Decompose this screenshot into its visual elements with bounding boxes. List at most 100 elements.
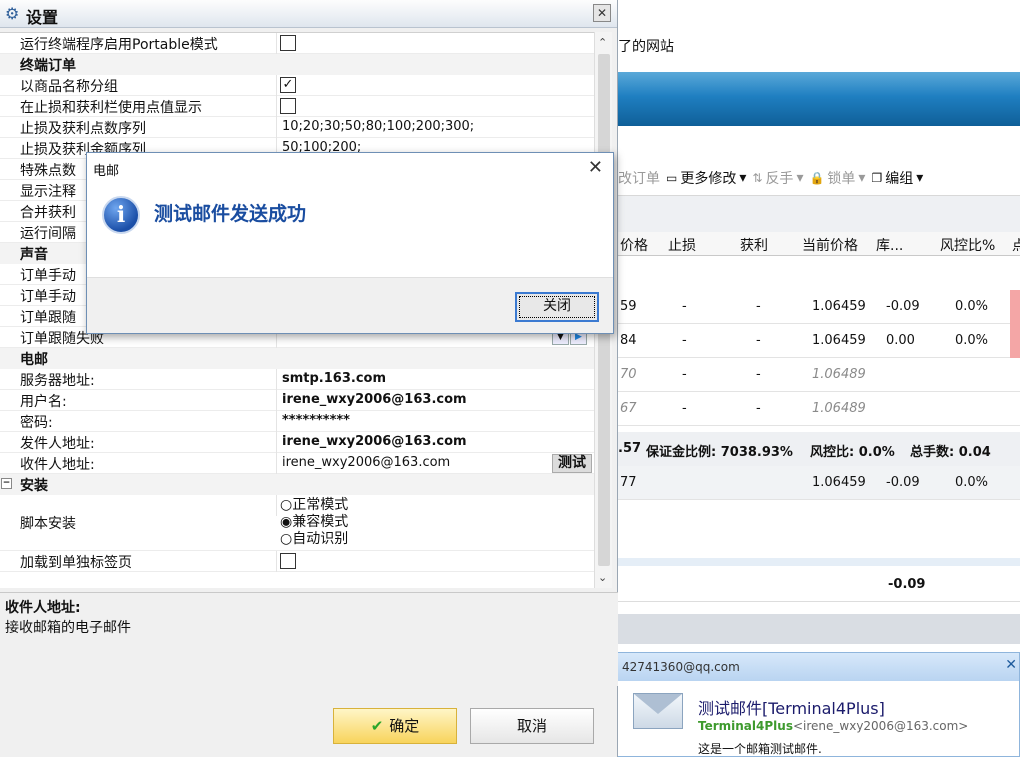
column-header[interactable]: 点 <box>1012 235 1020 255</box>
radio-option[interactable]: ○自动识别 <box>280 531 348 548</box>
total-row: -0.09 <box>618 566 1020 602</box>
property-row[interactable]: 加载到单独标签页 <box>0 551 594 572</box>
total-value: -0.09 <box>888 577 926 592</box>
property-value[interactable]: irene_wxy2006@163.com <box>282 455 450 470</box>
toolbar-more-edit-button[interactable]: ▭ 更多修改 ▾ <box>666 168 746 188</box>
property-name: 合并获利 <box>20 205 76 221</box>
property-name: 服务器地址: <box>20 373 95 389</box>
chevron-down-icon[interactable]: ⌄ <box>598 571 607 584</box>
table-row[interactable]: 59- -1.06459 -0.09 0.0% <box>618 290 1020 324</box>
toolbar-group-button[interactable]: ❐ 编组 ▾ <box>871 168 923 188</box>
reverse-icon: ⇅ <box>752 170 763 185</box>
toolbar-edit-order-button[interactable]: 改订单 <box>618 168 660 188</box>
chevron-up-icon[interactable]: ⌃ <box>598 36 607 49</box>
cancel-button[interactable]: 取消 <box>470 708 594 744</box>
property-row[interactable]: 止损及获利点数序列 10;20;30;50;80;100;200;300; <box>0 117 594 138</box>
toolbar-spacer <box>618 196 1020 232</box>
property-row[interactable]: 用户名: irene_wxy2006@163.com <box>0 390 594 411</box>
group-icon: ❐ <box>871 170 883 185</box>
column-header[interactable]: 获利 <box>740 235 768 255</box>
radio-option[interactable]: ◉兼容模式 <box>280 514 348 531</box>
property-name: 订单手动 <box>20 289 76 305</box>
messagebox-footer: 关闭 <box>87 277 613 333</box>
property-value[interactable]: irene_wxy2006@163.com <box>282 392 467 407</box>
property-value[interactable]: smtp.163.com <box>282 371 386 386</box>
property-name: 显示注释 <box>20 184 76 200</box>
property-checkbox[interactable] <box>280 553 296 569</box>
gear-icon: ⚙ <box>5 4 20 23</box>
close-button[interactable]: 关闭 <box>515 292 599 322</box>
test-email-button[interactable]: 测试 <box>552 454 592 473</box>
property-name: 在止损和获利栏使用点值显示 <box>20 100 202 116</box>
ok-button[interactable]: ✔ 确定 <box>333 708 457 744</box>
property-value[interactable]: 10;20;30;50;80;100;200;300; <box>282 119 474 134</box>
column-header[interactable]: 止损 <box>668 235 696 255</box>
property-row[interactable]: 发件人地址: irene_wxy2006@163.com <box>0 432 594 453</box>
notification-account: 42741360@qq.com <box>622 660 740 674</box>
window-title: 设置 <box>26 8 59 27</box>
property-row[interactable]: 以商品名称分组 ✓ <box>0 75 594 96</box>
property-row[interactable]: 运行终端程序启用Portable模式 <box>0 33 594 54</box>
property-name: 收件人地址: <box>20 457 95 473</box>
notification-subject: 测试邮件[Terminal4Plus] <box>698 699 885 718</box>
property-row[interactable]: 收件人地址: irene_wxy2006@163.com 测试 <box>0 453 594 474</box>
site-text: 了的网站 <box>618 39 674 55</box>
property-name: 发件人地址: <box>20 436 95 452</box>
lock-icon: 🔒 <box>809 170 825 185</box>
install-mode-radios: ○正常模式 ◉兼容模式 ○自动识别 <box>280 497 348 548</box>
table-row[interactable]: 70- -1.06489 <box>618 358 1020 392</box>
column-header[interactable]: 当前价格 <box>802 235 858 255</box>
profit-indicator <box>1010 324 1020 358</box>
bottom-toolbar <box>618 614 1020 644</box>
chevron-down-icon: ▾ <box>916 169 924 186</box>
property-row[interactable]: 密码: ********** <box>0 411 594 432</box>
close-icon[interactable]: ✕ <box>588 157 603 178</box>
divider <box>618 558 1020 566</box>
notification-body: 这是一个邮箱测试邮件. <box>698 742 822 756</box>
profit-indicator <box>1010 290 1020 324</box>
close-button[interactable]: ✕ <box>593 4 611 22</box>
column-header[interactable]: 库... <box>876 235 903 255</box>
mail-notification[interactable]: 42741360@qq.com ✕ 测试邮件[Terminal4Plus] Te… <box>601 652 1020 757</box>
chevron-down-icon: ▾ <box>796 169 804 186</box>
property-value[interactable]: irene_wxy2006@163.com <box>282 434 467 449</box>
toolbar-lock-button[interactable]: 🔒 锁单 ▾ <box>809 168 865 188</box>
property-checkbox[interactable] <box>280 35 296 51</box>
property-value[interactable]: ********** <box>282 413 350 428</box>
account-summary: .57 保证金比例: 7038.93% 风控比: 0.0% 总手数: 0.04 <box>618 432 1020 466</box>
notification-sender: Terminal4Plus<irene_wxy2006@163.com> <box>698 719 969 733</box>
table-row[interactable]: 77 1.06459 -0.09 0.0% <box>618 466 1020 500</box>
property-name: 以商品名称分组 <box>20 79 118 95</box>
column-header[interactable]: 价格 <box>620 235 648 255</box>
close-icon[interactable]: ✕ <box>1005 657 1017 673</box>
property-row[interactable]: 脚本安装 ○正常模式 ◉兼容模式 ○自动识别 <box>0 495 594 551</box>
property-name: 脚本安装 <box>20 516 76 532</box>
toolbar-reverse-button[interactable]: ⇅ 反手 ▾ <box>752 168 803 188</box>
margin-ratio: 保证金比例: 7038.93% <box>646 445 793 460</box>
property-name: 运行间隔 <box>20 226 76 242</box>
radio-option[interactable]: ○正常模式 <box>280 497 348 514</box>
messagebox-title: 电邮 <box>93 164 120 179</box>
collapse-icon[interactable]: − <box>1 478 12 489</box>
check-icon: ✔ <box>370 717 384 735</box>
property-checkbox[interactable]: ✓ <box>280 77 296 93</box>
category-header[interactable]: − 安装 <box>0 474 594 495</box>
orders-table-header: 价格 止损 获利 当前价格 库... 风控比% 点 <box>618 232 1020 256</box>
header-band <box>618 72 1020 126</box>
column-header[interactable]: 风控比% <box>940 235 995 255</box>
radio-checked-icon: ◉ <box>280 514 293 530</box>
radio-icon: ○ <box>280 531 293 547</box>
messagebox-message: 测试邮件发送成功 <box>154 203 307 225</box>
property-row[interactable]: 在止损和获利栏使用点值显示 <box>0 96 594 117</box>
table-row[interactable]: 67- -1.06489 <box>618 392 1020 426</box>
property-name: 运行终端程序启用Portable模式 <box>20 37 218 53</box>
property-row[interactable]: 服务器地址: smtp.163.com <box>0 369 594 390</box>
more-edit-icon: ▭ <box>666 170 678 185</box>
category-header[interactable]: 电邮 <box>0 348 594 369</box>
table-row[interactable]: 84- -1.06459 0.00 0.0% <box>618 324 1020 358</box>
category-header[interactable]: 终端订单 <box>0 54 594 75</box>
property-name: 用户名: <box>20 394 67 410</box>
property-checkbox[interactable] <box>280 98 296 114</box>
description-text: 接收邮箱的电子邮件 <box>5 620 131 636</box>
background-trading-app: 了的网站 改订单 ▭ 更多修改 ▾ ⇅ 反手 ▾ 🔒 锁单 ▾ ❐ 编组 ▾ 价格 止损 获利 当前价格 库..… <box>618 0 1020 757</box>
